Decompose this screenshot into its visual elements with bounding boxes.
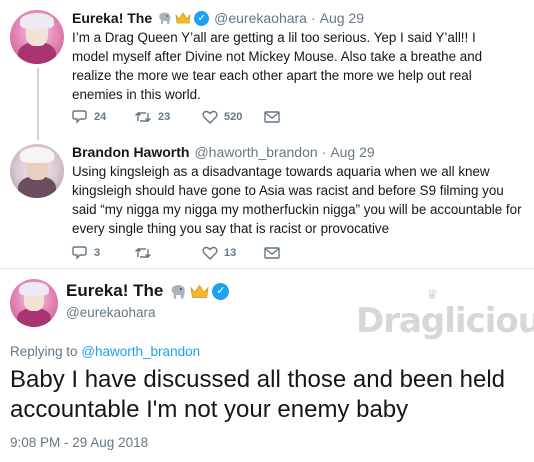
elephant-icon <box>171 284 186 299</box>
main-handle[interactable]: @eurekaohara <box>66 305 156 320</box>
retweet-icon <box>135 247 151 258</box>
reply-button[interactable]: 24 <box>72 109 134 124</box>
tweet1-handle[interactable]: @eurekaohara <box>214 10 307 26</box>
elephant-icon <box>159 12 171 24</box>
main-tweet-timestamp[interactable]: 9:08 PM - 29 Aug 2018 <box>10 435 148 450</box>
main-avatar[interactable] <box>10 279 58 327</box>
heart-icon <box>202 246 218 260</box>
like-button[interactable]: 13 <box>202 246 264 260</box>
tweet-divider <box>0 268 534 269</box>
avatar-figure-hair <box>18 281 50 297</box>
watermark-text: Draglicious <box>356 301 534 341</box>
main-tweet-header: Eureka! The ✓ <box>66 281 230 301</box>
reply-count: 24 <box>94 110 107 123</box>
tweet2-actions: 3 13 <box>72 245 280 260</box>
message-button[interactable] <box>264 110 280 123</box>
avatar-figure-body <box>16 307 52 327</box>
thread-connector <box>37 68 39 140</box>
verified-badge-icon: ✓ <box>194 10 210 26</box>
envelope-icon <box>264 110 280 123</box>
heart-icon <box>202 110 218 124</box>
tweet1-display-name[interactable]: Eureka! The <box>72 10 152 26</box>
retweet-button[interactable]: 23 <box>134 110 202 124</box>
watermark-crown-icon: ♛ <box>426 287 439 303</box>
tweet2-header: Brandon Haworth @haworth_brandon · Aug 2… <box>72 144 375 160</box>
like-count: 520 <box>224 110 243 123</box>
avatar-figure-body <box>17 176 57 198</box>
brandon-avatar[interactable] <box>10 144 64 198</box>
tweet1-text: I’m a Drag Queen Y’all are getting a lil… <box>72 30 483 102</box>
envelope-icon <box>264 246 280 259</box>
retweet-count: 23 <box>158 110 171 123</box>
tweet2-handle[interactable]: @haworth_brandon <box>194 144 317 160</box>
message-button[interactable] <box>264 246 280 259</box>
replying-to-line: Replying to @haworth_brandon <box>10 344 200 359</box>
avatar-figure-body <box>17 42 57 64</box>
tweet1-date[interactable]: Aug 29 <box>320 10 364 26</box>
crown-icon <box>175 12 191 24</box>
tweet1-actions: 24 23 520 <box>72 109 280 124</box>
tweet2-text: Using kingsleigh as a disadvantage towar… <box>72 164 522 236</box>
reply-icon <box>72 246 87 260</box>
crown-icon <box>190 284 209 298</box>
tweet2-display-name[interactable]: Brandon Haworth <box>72 144 189 160</box>
watermark-logo: Draglicious ♛ <box>356 287 534 341</box>
tweet1-header: Eureka! The ✓ @eurekaohara · Aug 29 <box>72 10 364 26</box>
retweet-button[interactable] <box>134 246 202 260</box>
verified-badge-icon: ✓ <box>212 282 230 300</box>
main-display-name[interactable]: Eureka! The <box>66 281 163 301</box>
tweet2-separator: · <box>321 144 327 160</box>
like-button[interactable]: 520 <box>202 110 264 124</box>
reply-count: 3 <box>94 246 101 259</box>
tweet1-separator: · <box>310 10 316 26</box>
avatar-figure-hair <box>19 13 55 30</box>
eureka-avatar[interactable] <box>10 10 64 64</box>
reply-button[interactable]: 3 <box>72 245 134 260</box>
replying-prefix: Replying to <box>10 344 78 359</box>
like-count: 13 <box>224 246 237 259</box>
reply-icon <box>72 110 87 124</box>
replying-to-link[interactable]: @haworth_brandon <box>81 344 200 359</box>
main-tweet-text: Baby I have discussed all those and been… <box>10 366 506 423</box>
avatar-figure-hair <box>19 147 55 164</box>
retweet-icon <box>135 111 151 122</box>
tweet2-date[interactable]: Aug 29 <box>330 144 374 160</box>
